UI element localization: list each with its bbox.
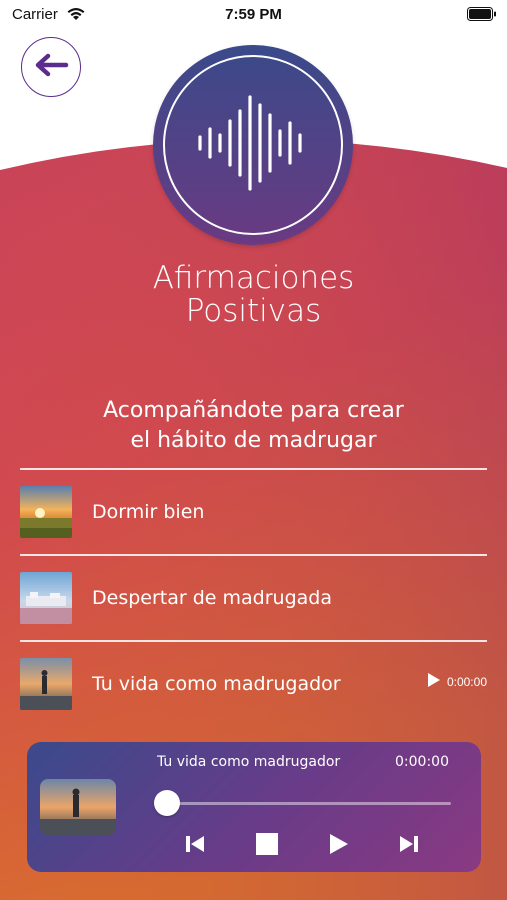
stop-icon <box>256 832 278 860</box>
skip-forward-icon <box>398 834 420 859</box>
track-list: Dormir bien Despertar de madrugada Tu vi… <box>20 468 487 726</box>
play-icon <box>427 672 447 691</box>
next-button[interactable] <box>393 830 425 862</box>
app-logo <box>153 45 353 245</box>
stop-button[interactable] <box>251 830 283 862</box>
subtitle-line-2: el hábito de madrugar <box>130 428 377 453</box>
play-icon <box>329 833 349 860</box>
sound-wave-icon <box>193 93 313 198</box>
track-thumbnail <box>20 658 72 710</box>
clock-label: 7:59 PM <box>225 6 282 23</box>
progress-slider[interactable] <box>154 790 451 816</box>
skip-back-icon <box>184 834 206 859</box>
player-track-title: Tu vida como madrugador <box>157 754 341 770</box>
track-label: Tu vida como madrugador <box>92 673 341 695</box>
track-label: Despertar de madrugada <box>92 587 332 609</box>
play-button[interactable] <box>323 830 355 862</box>
previous-button[interactable] <box>179 830 211 862</box>
page-subtitle: Acompañándote para crear el hábito de ma… <box>0 396 507 456</box>
player-elapsed-time: 0:00:00 <box>395 754 449 770</box>
track-thumbnail <box>20 572 72 624</box>
progress-knob[interactable] <box>154 790 180 816</box>
audio-player: Tu vida como madrugador 0:00:00 <box>27 742 481 872</box>
track-duration: 0:00:00 <box>446 674 487 689</box>
track-row-dormir-bien[interactable]: Dormir bien <box>20 470 487 554</box>
player-controls <box>167 830 435 862</box>
track-play-button[interactable]: 0:00:00 <box>427 672 487 691</box>
player-thumbnail <box>40 779 116 835</box>
subtitle-line-1: Acompañándote para crear <box>103 398 404 423</box>
track-label: Dormir bien <box>92 501 205 523</box>
page-title: Afirmaciones Positivas <box>0 262 507 328</box>
back-button[interactable] <box>21 37 81 97</box>
title-line-2: Positivas <box>185 293 322 329</box>
track-thumbnail <box>20 486 72 538</box>
status-bar: Carrier 7:59 PM <box>0 0 507 30</box>
track-row-tu-vida[interactable]: Tu vida como madrugador 0:00:00 <box>20 642 487 726</box>
arrow-left-icon <box>33 53 69 82</box>
battery-icon <box>467 7 497 26</box>
title-line-1: Afirmaciones <box>152 260 355 296</box>
track-row-despertar[interactable]: Despertar de madrugada <box>20 556 487 640</box>
